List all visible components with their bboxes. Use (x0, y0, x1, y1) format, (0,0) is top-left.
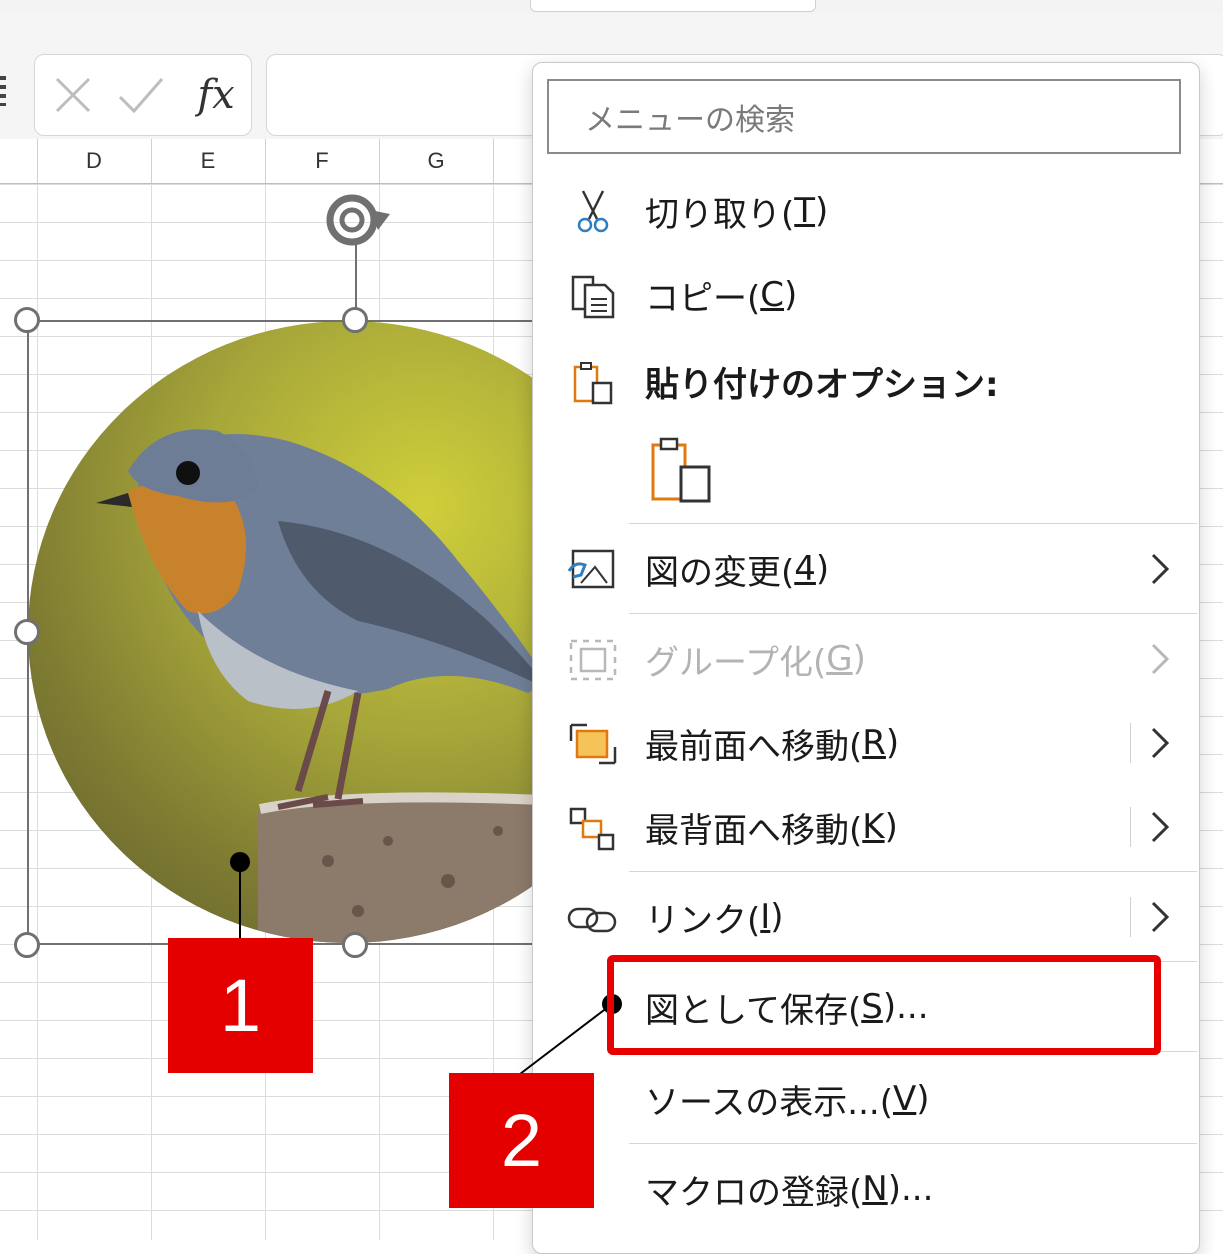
callout-2: 2 (449, 1073, 594, 1208)
callout-1: 1 (168, 938, 313, 1073)
highlight-box (607, 955, 1161, 1055)
